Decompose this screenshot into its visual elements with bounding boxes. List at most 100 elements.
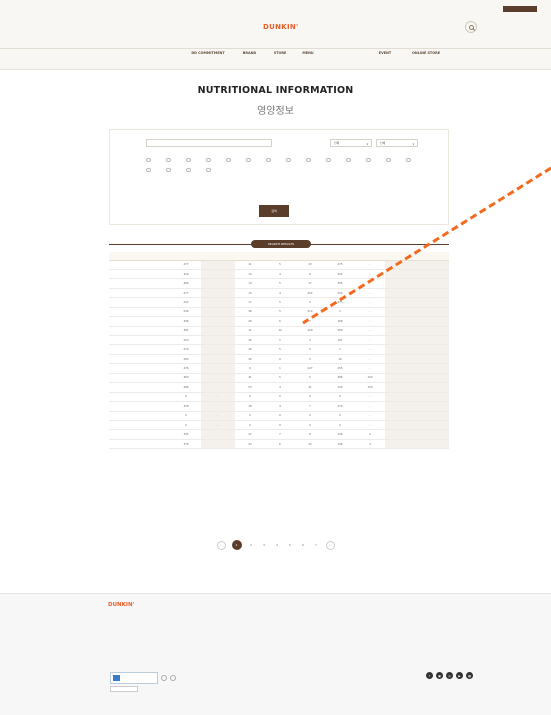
allergy-checkbox[interactable]: [186, 158, 193, 162]
product-name-cell[interactable]: [109, 363, 171, 374]
allergy-checkbox[interactable]: [386, 158, 393, 162]
table-cell: 3: [295, 335, 325, 346]
table-cell: 0: [265, 354, 295, 365]
allergy-checkbox[interactable]: [326, 158, 333, 162]
nav-item-event[interactable]: EVENT: [367, 51, 403, 55]
product-name-cell[interactable]: [109, 392, 171, 403]
allergy-checkbox[interactable]: [266, 158, 273, 162]
table-cell: [201, 288, 235, 299]
header-search-button[interactable]: [465, 21, 477, 33]
table-cell: 389: [325, 326, 355, 337]
certification-badge[interactable]: [110, 672, 158, 684]
product-name-cell[interactable]: [109, 307, 171, 318]
table-cell: [385, 316, 449, 327]
allergy-checkbox[interactable]: [166, 168, 173, 172]
table-cell: [385, 439, 449, 450]
blog-icon[interactable]: ▣: [436, 672, 443, 679]
table-cell: -: [355, 307, 385, 318]
product-search-input[interactable]: [146, 139, 272, 147]
table-cell: 345: [171, 429, 201, 440]
nav-item-store[interactable]: STORE: [266, 51, 294, 55]
table-cell: 0: [235, 420, 265, 431]
table-cell: [385, 278, 449, 289]
product-name-cell[interactable]: [109, 326, 171, 337]
social-links: f ▣ ◎ ▶ ▦: [426, 672, 473, 679]
page-button[interactable]: 3: [261, 542, 268, 549]
product-name-cell[interactable]: [109, 297, 171, 308]
search-submit-button[interactable]: 검색: [259, 205, 289, 217]
prev-page-button[interactable]: ‹: [216, 540, 226, 550]
product-name-cell[interactable]: [109, 316, 171, 327]
kakao-icon[interactable]: ▦: [466, 672, 473, 679]
facebook-icon[interactable]: f: [426, 672, 433, 679]
youtube-icon[interactable]: ▶: [456, 672, 463, 679]
product-name-cell[interactable]: [109, 373, 171, 384]
allergy-checkbox[interactable]: [286, 158, 293, 162]
family-site-select[interactable]: [110, 686, 138, 692]
column-header: [265, 252, 295, 261]
next-page-button[interactable]: ›: [325, 540, 335, 550]
award-icon: [161, 675, 167, 681]
product-name-cell[interactable]: [109, 429, 171, 440]
checkbox-icon: [246, 158, 251, 162]
page-button[interactable]: 5: [287, 542, 294, 549]
table-cell: 227: [295, 363, 325, 374]
allergy-checkbox[interactable]: [306, 158, 313, 162]
product-name-cell[interactable]: [109, 288, 171, 299]
product-name-cell[interactable]: [109, 354, 171, 365]
product-name-cell[interactable]: [109, 382, 171, 393]
product-name-cell[interactable]: [109, 269, 171, 280]
nav-item-menu[interactable]: MENU: [294, 51, 322, 55]
table-cell: 0: [171, 420, 201, 431]
brand-logo[interactable]: DUNKIN': [263, 23, 298, 31]
footer-logo[interactable]: DUNKIN': [108, 602, 134, 608]
page-button[interactable]: 4: [274, 542, 281, 549]
table-cell: 0: [325, 411, 355, 421]
product-name-cell[interactable]: [109, 335, 171, 346]
allergy-checkbox[interactable]: [186, 168, 193, 172]
nav-item-online-store[interactable]: ONLINE STORE: [403, 51, 449, 55]
allergy-checkbox[interactable]: [146, 168, 153, 172]
allergy-checkbox[interactable]: [166, 158, 173, 162]
table-cell: [201, 269, 235, 280]
allergy-checkbox[interactable]: [366, 158, 373, 162]
category-select-1[interactable]: 전체 ▾: [330, 139, 372, 147]
allergy-checkbox[interactable]: [206, 168, 213, 172]
table-row: 328 18 4 7 370-: [109, 401, 449, 412]
table-cell: [385, 429, 449, 440]
table-cell: 31: [235, 373, 265, 384]
page-button-current[interactable]: 1: [231, 540, 242, 550]
category-select-2[interactable]: 전체 ▾: [376, 139, 418, 147]
nav-item-brand[interactable]: BRAND: [233, 51, 266, 55]
allergy-checkbox[interactable]: [346, 158, 353, 162]
table-cell: 168: [325, 316, 355, 327]
product-name-cell[interactable]: [109, 439, 171, 450]
table-cell: 0: [235, 411, 265, 421]
table-cell: 2: [355, 429, 385, 440]
nav-item-extra[interactable]: [322, 51, 367, 55]
allergy-checkbox[interactable]: [226, 158, 233, 162]
product-name-cell[interactable]: [109, 344, 171, 355]
page-button[interactable]: 6: [300, 542, 307, 549]
product-name-cell[interactable]: [109, 401, 171, 412]
table-cell: 0: [325, 392, 355, 403]
product-name-cell[interactable]: [109, 260, 171, 270]
checkbox-icon: [406, 158, 411, 162]
table-cell: 295: [325, 269, 355, 280]
product-name-cell[interactable]: [109, 278, 171, 289]
product-name-cell[interactable]: [109, 411, 171, 421]
nav-item-commitment[interactable]: DD COMMITMENT: [183, 51, 233, 55]
instagram-icon[interactable]: ◎: [446, 672, 453, 679]
table-cell: 5: [265, 260, 295, 270]
table-cell: 345: [325, 278, 355, 289]
page-button[interactable]: 2: [248, 542, 255, 549]
page-button[interactable]: 7: [313, 542, 320, 549]
allergy-checkbox[interactable]: [406, 158, 413, 162]
allergy-checkbox[interactable]: [246, 158, 253, 162]
top-badge[interactable]: [503, 6, 537, 12]
allergy-checkbox[interactable]: [206, 158, 213, 162]
product-name-cell[interactable]: [109, 420, 171, 431]
allergy-checkbox[interactable]: [146, 158, 153, 162]
table-cell: [201, 316, 235, 327]
table-cell: 5: [295, 344, 325, 355]
